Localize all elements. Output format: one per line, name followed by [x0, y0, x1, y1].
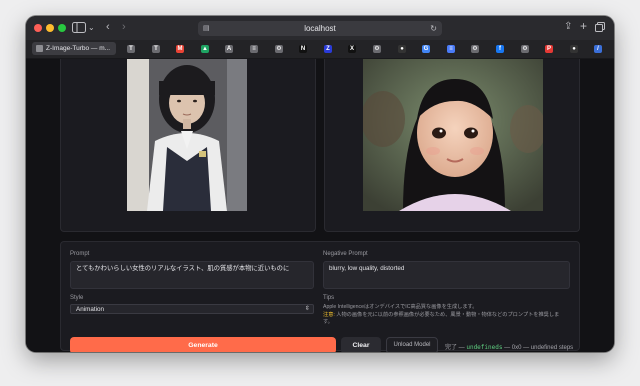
tab-overview-icon[interactable]	[595, 22, 605, 36]
status-code: undefineds	[466, 344, 503, 351]
gear-icon[interactable]: ⚙	[521, 45, 529, 53]
github-icon[interactable]: ●	[570, 45, 578, 53]
app-icon[interactable]: P	[545, 45, 553, 53]
negative-prompt-label: Negative Prompt	[323, 251, 368, 257]
url-text: localhost	[304, 24, 336, 33]
new-tab-icon[interactable]: +	[580, 20, 587, 32]
generate-button[interactable]: Generate	[70, 337, 336, 352]
generic-icon[interactable]: T	[127, 45, 135, 53]
notion-icon[interactable]: N	[299, 45, 307, 53]
app-icon[interactable]: Z	[324, 45, 332, 53]
share-icon[interactable]: ⇪	[564, 21, 572, 33]
source-image	[127, 59, 247, 211]
facebook-icon[interactable]: f	[496, 45, 504, 53]
style-label: Style	[70, 295, 84, 301]
docs-icon[interactable]: ≡	[447, 45, 455, 53]
select-arrows-icon: ⇳	[304, 306, 310, 312]
tips-note-label: 注意:	[323, 311, 335, 318]
generated-image	[363, 59, 543, 211]
forward-arrow-icon[interactable]: ›	[122, 21, 126, 33]
status-prefix: 完了 —	[445, 345, 467, 351]
clear-button[interactable]: Clear	[341, 337, 381, 352]
status-suffix: — 0x0 — undefined steps	[502, 345, 574, 351]
generated-image-panel	[324, 59, 580, 232]
generation-form: Prompt とてもかわいらしい女性のリアルなイラスト、肌の質感が本物に近いもの…	[60, 241, 580, 352]
generic-icon[interactable]: A	[225, 45, 233, 53]
status-text: 完了 — undefineds — 0x0 — undefined steps	[445, 342, 573, 351]
tips-label: Tips	[323, 295, 335, 301]
close-window-button[interactable]	[34, 24, 42, 32]
tips-line-2: 人物の画像を元に以前の参照画像が必要なため、風景・動物・物体などのプロンプトを推…	[336, 311, 560, 318]
tips-line-3: す。	[323, 319, 333, 326]
generic-icon[interactable]: T	[152, 45, 160, 53]
gear-icon[interactable]: ⚙	[471, 45, 479, 53]
style-select-value: Animation	[76, 306, 105, 313]
tab-bar: Z-Image-Turbo — m... T T M ▲ A ≡ ⚙ N Z X ⚙ ● G ≡ ⚙ f ⚙ P ●…	[26, 40, 614, 59]
generic-icon[interactable]: ≡	[250, 45, 258, 53]
reload-icon[interactable]: ↻	[430, 23, 437, 35]
gear-icon[interactable]: ⚙	[373, 45, 381, 53]
zoom-window-button[interactable]	[58, 24, 66, 32]
gear-icon[interactable]: ⚙	[275, 45, 283, 53]
tips-text: Apple IntelligenceはオンデバイスでIC高品質な画像を生成します…	[323, 304, 573, 327]
tab-active[interactable]: Z-Image-Turbo — m...	[32, 42, 116, 55]
github-icon[interactable]: ●	[398, 45, 406, 53]
google-icon[interactable]: G	[422, 45, 430, 53]
source-image-panel	[60, 59, 316, 232]
browser-window: ⌄ ‹ › ▤ localhost ↻ ⇪ + Z-Image-Turbo — …	[26, 16, 614, 352]
minimize-window-button[interactable]	[46, 24, 54, 32]
address-bar[interactable]: ▤ localhost ↻	[198, 21, 442, 36]
app-icon[interactable]: /	[594, 45, 602, 53]
prompt-label: Prompt	[70, 251, 90, 257]
app-content: Prompt とてもかわいらしい女性のリアルなイラスト、肌の質感が本物に近いもの…	[26, 59, 614, 352]
style-select[interactable]: Animation ⇳	[70, 304, 314, 314]
chevron-down-icon[interactable]: ⌄	[88, 22, 95, 34]
x-icon[interactable]: X	[348, 45, 356, 53]
negative-prompt-input[interactable]: blurry, low quality, distorted	[323, 261, 570, 289]
drive-icon[interactable]: ▲	[201, 45, 209, 53]
tab-title: Z-Image-Turbo — m...	[46, 45, 111, 52]
title-bar: ⌄ ‹ › ▤ localhost ↻ ⇪ +	[26, 16, 614, 40]
back-arrow-icon[interactable]: ‹	[106, 21, 110, 33]
unload-model-button[interactable]: Unload Model	[386, 337, 438, 352]
gmail-icon[interactable]: M	[176, 45, 184, 53]
tips-line-1: Apple IntelligenceはオンデバイスでIC高品質な画像を生成します…	[323, 304, 478, 310]
sidebar-toggle-icon[interactable]	[72, 22, 86, 37]
prompt-input[interactable]: とてもかわいらしい女性のリアルなイラスト、肌の質感が本物に近いものに	[70, 261, 314, 289]
tab-favicon-icon	[36, 45, 43, 52]
